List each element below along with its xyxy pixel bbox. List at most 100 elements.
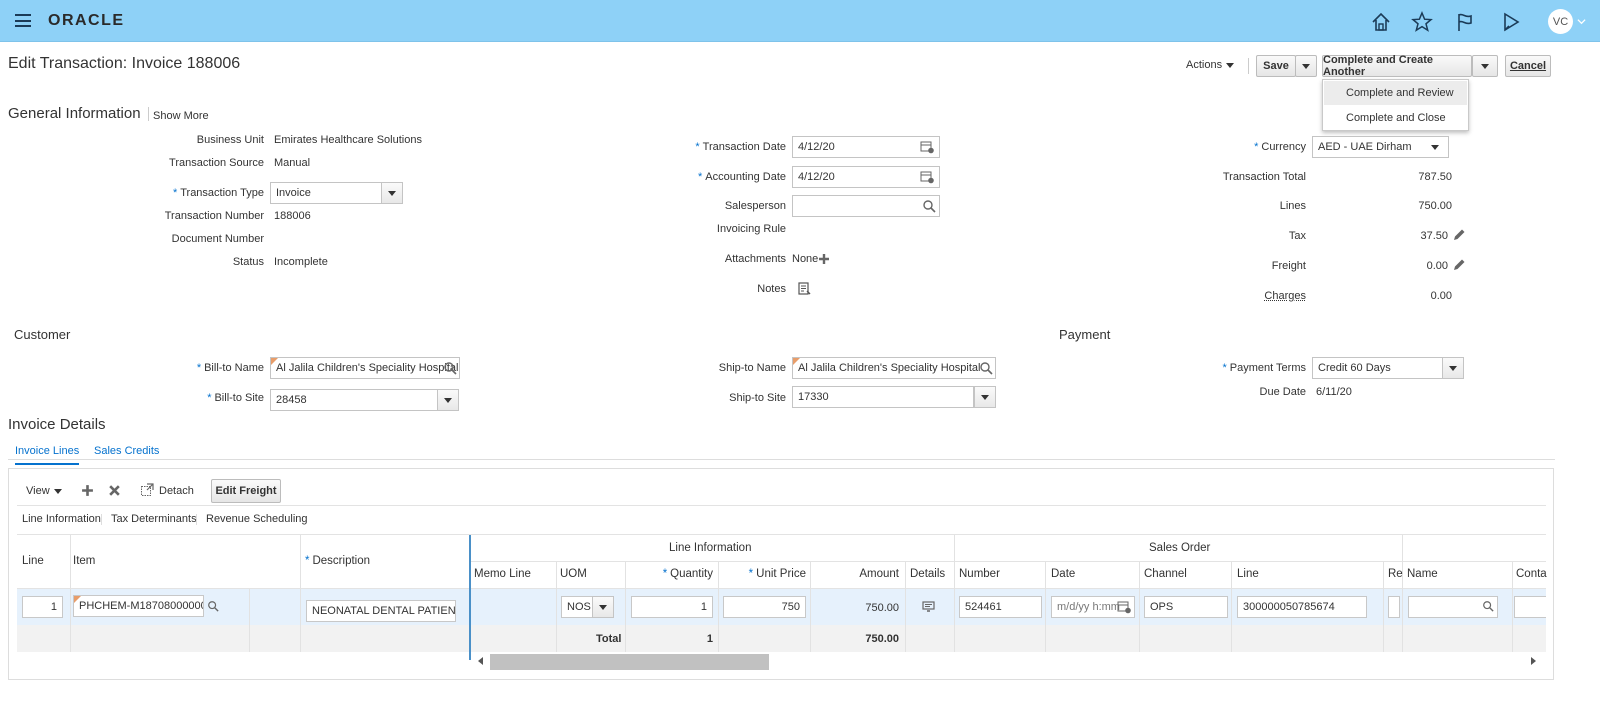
required-indicator: * (172, 187, 178, 199)
description-input[interactable]: NEONATAL DENTAL PATIENT (306, 600, 456, 622)
complete-menu-toggle[interactable] (1472, 55, 1498, 77)
payment-terms-dropdown-button[interactable] (1442, 357, 1464, 379)
salesperson-input[interactable] (792, 195, 940, 217)
tab-sales-credits[interactable]: Sales Credits (94, 445, 159, 457)
hamburger-menu-icon[interactable] (15, 14, 31, 27)
pencil-edit-icon[interactable] (1452, 228, 1466, 242)
totals-amount: 750.00 (865, 633, 899, 645)
scrollbar-thumb[interactable] (490, 654, 769, 670)
calendar-icon[interactable] (1117, 600, 1131, 614)
so-number-input[interactable]: 524461 (959, 596, 1042, 618)
ship-to-site-label: Ship-to Site (729, 392, 786, 404)
ship-to-site-select[interactable]: 17330 (792, 386, 974, 408)
cancel-button[interactable]: Cancel (1505, 55, 1551, 77)
group-header-sales-order: Sales Order (1149, 542, 1211, 554)
transaction-type-select[interactable]: Invoice (270, 182, 382, 204)
customer-heading: Customer (14, 327, 71, 342)
actions-menu[interactable]: Actions (1186, 59, 1235, 71)
notifications-flag-icon[interactable] (1454, 11, 1476, 33)
calendar-icon[interactable] (920, 170, 934, 184)
column-header-line[interactable]: Line (22, 555, 44, 567)
menu-item-complete-and-close[interactable]: Complete and Close (1324, 106, 1467, 130)
col-border (249, 589, 250, 652)
column-header-name[interactable]: Name (1407, 568, 1438, 580)
ship-to-name-input[interactable]: Al Jalila Children's Speciality Hospital (792, 357, 996, 379)
column-header-description[interactable]: * Description (305, 555, 370, 567)
bill-to-name-input[interactable]: Al Jalila Children's Speciality Hospital (270, 357, 460, 379)
transaction-number-label: Transaction Number (164, 210, 264, 222)
column-header-so-date[interactable]: Date (1051, 568, 1075, 580)
so-line-input[interactable]: 300000050785674 (1237, 596, 1367, 618)
tax-value-link[interactable]: 37.50 (1380, 230, 1448, 242)
search-icon[interactable] (979, 361, 993, 375)
navigator-icon[interactable] (1500, 11, 1522, 33)
add-attachment-icon[interactable] (818, 253, 830, 265)
save-button[interactable]: Save (1256, 55, 1296, 77)
view-menu[interactable]: View (26, 485, 62, 497)
contact-input[interactable] (1514, 596, 1546, 618)
column-header-details[interactable]: Details (910, 568, 945, 580)
line-number-input[interactable]: 1 (22, 596, 63, 618)
document-number-label: Document Number (171, 233, 264, 245)
quantity-input[interactable]: 1 (631, 596, 713, 618)
column-header-quantity[interactable]: * Quantity (625, 568, 713, 580)
transaction-date-input[interactable]: 4/12/20 (792, 136, 940, 158)
channel-input[interactable]: OPS (1144, 596, 1228, 618)
column-header-amount[interactable]: Amount (810, 568, 899, 580)
bill-to-site-label-text: Bill-to Site (214, 392, 264, 404)
column-header-so-number[interactable]: Number (959, 568, 1000, 580)
search-icon[interactable] (443, 361, 457, 375)
uom-dropdown-button[interactable] (592, 596, 614, 618)
transaction-type-dropdown-button[interactable] (381, 182, 403, 204)
detach-icon[interactable] (140, 483, 154, 497)
scroll-left-arrow-icon[interactable] (476, 656, 486, 666)
subtab-line-information[interactable]: Line Information (22, 513, 101, 525)
uom-select[interactable]: NOS (561, 596, 593, 618)
search-icon[interactable] (207, 600, 219, 612)
calendar-icon[interactable] (920, 140, 934, 154)
subtab-tax-determinants[interactable]: Tax Determinants (111, 513, 197, 525)
item-input[interactable]: PHCHEM-M187080000000 (73, 595, 204, 617)
bill-to-site-select[interactable]: 28458 (270, 389, 438, 411)
transaction-date-label-text: Transaction Date (702, 141, 786, 153)
column-header-contact[interactable]: Conta (1516, 568, 1547, 580)
currency-dropdown-button[interactable] (1425, 136, 1449, 158)
show-more-link[interactable]: Show More (153, 110, 209, 122)
complete-and-create-another-button[interactable]: Complete and Create Another (1322, 54, 1472, 78)
line-details-icon[interactable] (922, 600, 935, 613)
column-header-unit-price[interactable]: * Unit Price (718, 568, 806, 580)
search-icon[interactable] (922, 199, 936, 213)
bill-to-site-dropdown-button[interactable] (437, 389, 459, 411)
chevron-down-icon[interactable] (1577, 17, 1586, 26)
col-border (1139, 562, 1140, 652)
column-header-re[interactable]: Re (1388, 568, 1403, 580)
invoicing-rule-label: Invoicing Rule (716, 223, 786, 235)
delete-row-icon[interactable] (108, 484, 121, 497)
detach-label[interactable]: Detach (159, 485, 194, 497)
user-avatar[interactable]: VC (1548, 9, 1573, 34)
favorites-star-icon[interactable] (1411, 11, 1433, 33)
column-header-uom[interactable]: UOM (560, 568, 587, 580)
re-input[interactable] (1388, 596, 1400, 618)
accounting-date-input[interactable]: 4/12/20 (792, 166, 940, 188)
unit-price-input[interactable]: 750 (723, 596, 806, 618)
freight-value-link[interactable]: 0.00 (1380, 260, 1448, 272)
subtab-revenue-scheduling[interactable]: Revenue Scheduling (206, 513, 308, 525)
notes-icon[interactable] (798, 282, 811, 295)
scroll-right-arrow-icon[interactable] (1528, 656, 1538, 666)
ship-to-site-dropdown-button[interactable] (974, 386, 996, 408)
column-header-channel[interactable]: Channel (1144, 568, 1187, 580)
lines-label: Lines (1279, 200, 1306, 212)
column-header-memo-line[interactable]: Memo Line (474, 568, 531, 580)
tab-invoice-lines[interactable]: Invoice Lines (15, 445, 80, 465)
add-row-icon[interactable] (81, 484, 94, 497)
column-header-item[interactable]: Item (73, 555, 95, 567)
menu-item-complete-and-review[interactable]: Complete and Review (1324, 81, 1467, 105)
column-header-so-line[interactable]: Line (1237, 568, 1259, 580)
search-icon[interactable] (1482, 600, 1494, 612)
home-icon[interactable] (1370, 11, 1392, 33)
save-menu-toggle[interactable] (1295, 55, 1317, 77)
edit-freight-button[interactable]: Edit Freight (211, 479, 281, 503)
payment-terms-select[interactable]: Credit 60 Days (1312, 357, 1443, 379)
pencil-edit-icon[interactable] (1452, 258, 1466, 272)
